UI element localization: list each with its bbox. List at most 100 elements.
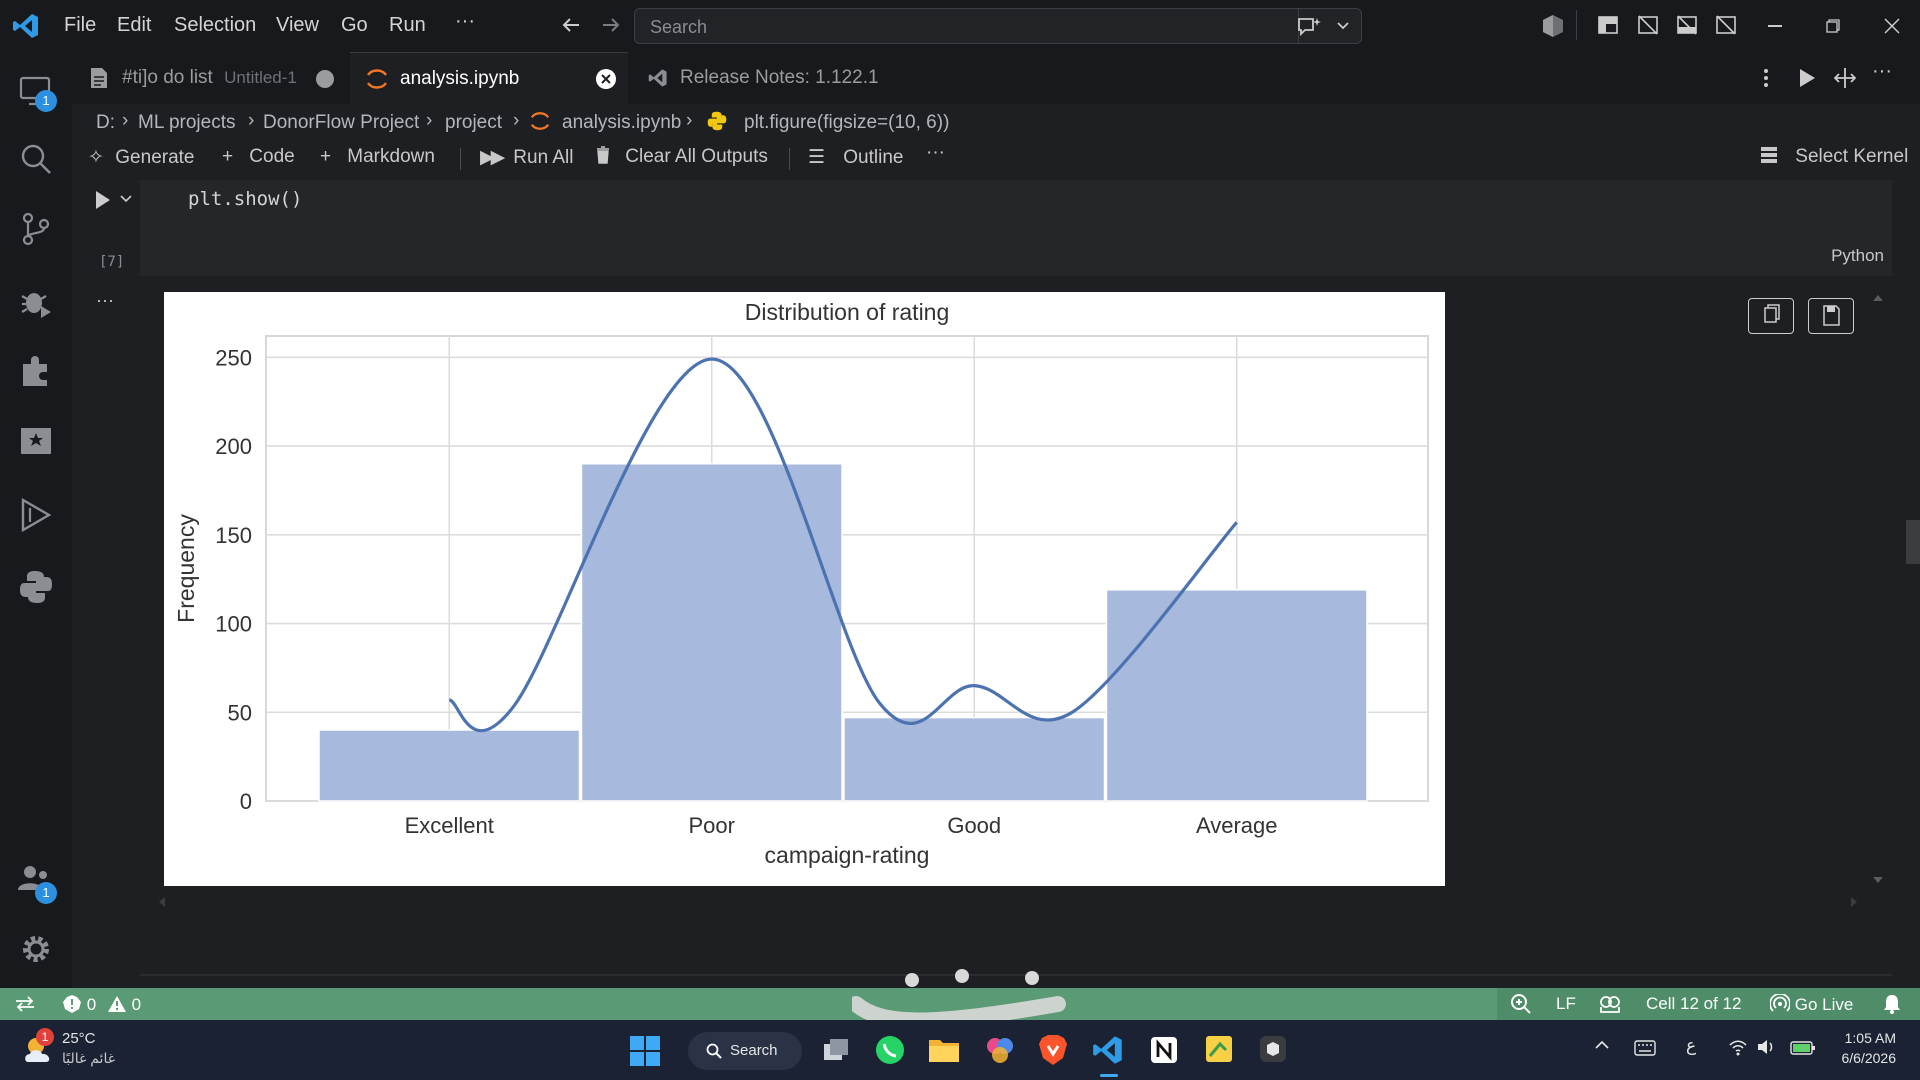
scroll-left-icon[interactable] [158, 896, 166, 908]
output-more-button[interactable]: ··· [96, 290, 114, 311]
python-icon[interactable] [17, 568, 55, 606]
tab-release-notes[interactable]: Release Notes: 1.122.1 [630, 52, 910, 104]
debug-icon[interactable] [17, 282, 55, 320]
app-icon[interactable] [984, 1034, 1016, 1066]
copilot-status-icon[interactable] [1598, 993, 1622, 1015]
search-icon[interactable] [17, 140, 55, 178]
clear-outputs-button[interactable]: Clear All Outputs [596, 146, 768, 172]
bookmarks-icon[interactable] [17, 422, 55, 460]
restore-icon[interactable] [1826, 19, 1840, 33]
y-tick-label: 250 [215, 345, 252, 370]
menu-go[interactable]: Go [341, 14, 368, 37]
wifi-icon[interactable] [1728, 1038, 1748, 1056]
zoom-icon[interactable] [1510, 993, 1532, 1015]
volume-icon[interactable] [1756, 1038, 1776, 1056]
close-window-icon[interactable] [1884, 18, 1900, 34]
select-kernel-button[interactable]: Select Kernel [1760, 146, 1908, 172]
code-text: plt.show() [188, 188, 303, 210]
app-box-icon[interactable] [1258, 1034, 1288, 1064]
toggle-panel-icon[interactable] [1637, 14, 1659, 36]
notion-icon[interactable] [1150, 1036, 1178, 1064]
tab-todo[interactable]: #ti]o do list Untitled-1 [72, 52, 348, 104]
source-control-icon[interactable] [17, 210, 55, 248]
breadcrumb-donorflow[interactable]: DonorFlow Project [263, 112, 419, 134]
menu-run[interactable]: Run [389, 14, 426, 37]
menu-view[interactable]: View [276, 14, 319, 37]
windows-start-icon[interactable] [630, 1036, 660, 1066]
add-markdown-button[interactable]: + Markdown [320, 146, 435, 172]
remote-status-icon[interactable] [14, 994, 36, 1014]
toggle-bottom-panel-icon[interactable] [1676, 14, 1698, 36]
toggle-sidebar-icon[interactable] [1598, 16, 1618, 34]
go-live-button[interactable]: Go Live [1770, 994, 1853, 1015]
tab-analysis[interactable]: analysis.ipynb [350, 52, 628, 104]
menu-edit[interactable]: Edit [117, 14, 151, 37]
breadcrumb-notebook[interactable]: analysis.ipynb [562, 112, 681, 134]
run-icon[interactable] [1798, 68, 1816, 88]
file-explorer-icon[interactable] [928, 1036, 960, 1064]
weather-icon[interactable]: 1 [22, 1028, 56, 1066]
bell-icon[interactable] [1882, 993, 1902, 1015]
breadcrumb-ml-projects[interactable]: ML projects [138, 112, 236, 134]
add-code-button[interactable]: + Code [222, 146, 295, 172]
menu-more[interactable]: ··· [455, 10, 475, 33]
problems-status[interactable]: 0 0 [62, 994, 141, 1015]
testing-icon[interactable] [17, 496, 55, 534]
breadcrumb-drive[interactable]: D: [96, 112, 115, 134]
accounts-icon[interactable]: 1 [17, 862, 57, 904]
command-center-search[interactable]: Search [634, 8, 1362, 44]
chat-icon[interactable] [1296, 16, 1322, 38]
scroll-down-icon[interactable] [1872, 876, 1884, 884]
vertical-scrollbar-thumb[interactable] [1906, 520, 1920, 564]
run-all-button[interactable]: ▶▶ Run All [480, 146, 573, 172]
scroll-right-icon[interactable] [1850, 896, 1858, 908]
chevron-down-icon[interactable] [120, 194, 132, 204]
close-tab-icon[interactable] [596, 69, 616, 89]
sticky-notes-icon[interactable] [1204, 1034, 1234, 1064]
save-output-button[interactable] [1808, 298, 1854, 334]
clock-time[interactable]: 1:05 AM [1840, 1030, 1896, 1046]
back-arrow-icon[interactable] [560, 14, 582, 36]
chevron-down-icon[interactable] [1337, 21, 1349, 31]
menu-selection[interactable]: Selection [174, 14, 256, 37]
y-tick-label: 100 [215, 612, 252, 637]
more-actions-icon[interactable]: ··· [1872, 60, 1892, 83]
generate-button[interactable]: ✧ Generate [88, 146, 195, 172]
forward-arrow-icon[interactable] [600, 14, 622, 36]
breadcrumb-symbol[interactable]: plt.figure(figsize=(10, 6)) [744, 112, 949, 134]
x-tick-label: Excellent [405, 813, 494, 838]
gear-icon[interactable] [17, 930, 55, 968]
task-view-icon[interactable] [822, 1036, 850, 1064]
brave-browser-icon[interactable] [1038, 1034, 1068, 1066]
run-cell-icon[interactable] [94, 190, 112, 210]
whatsapp-icon[interactable] [874, 1034, 906, 1066]
cell-position-status[interactable]: Cell 12 of 12 [1646, 994, 1741, 1014]
chevron-up-icon[interactable] [1594, 1040, 1610, 1050]
trash-icon [596, 146, 620, 168]
breadcrumb-project[interactable]: project [445, 112, 502, 134]
toggle-secondary-sidebar-icon[interactable] [1715, 14, 1737, 36]
code-cell-editor[interactable]: plt.show() Python [140, 180, 1892, 276]
split-editor-icon[interactable] [1834, 67, 1856, 89]
scroll-up-icon[interactable] [1872, 294, 1884, 302]
code-line: plt.show() [188, 188, 302, 210]
x-tick-label: Poor [689, 813, 735, 838]
copy-output-button[interactable] [1748, 298, 1794, 334]
outline-button[interactable]: ☰ Outline [808, 146, 903, 172]
kebab-icon[interactable] [1762, 68, 1770, 88]
keyboard-icon[interactable] [1634, 1040, 1656, 1056]
cell-language-label[interactable]: Python [1831, 246, 1884, 266]
vscode-taskbar-icon[interactable] [1092, 1034, 1124, 1077]
minimize-icon[interactable] [1768, 25, 1782, 27]
toolbar-more-button[interactable]: ··· [926, 142, 945, 168]
clock-date[interactable]: 6/6/2026 [1832, 1050, 1897, 1066]
eol-status[interactable]: LF [1556, 994, 1576, 1014]
remote-explorer-icon[interactable]: 1 [17, 72, 57, 112]
battery-icon[interactable] [1790, 1038, 1816, 1056]
taskbar-search-button[interactable]: Search [688, 1032, 802, 1070]
unsaved-dot-icon[interactable] [316, 70, 334, 88]
input-language[interactable]: ع [1686, 1036, 1696, 1056]
extensions-icon[interactable] [17, 352, 55, 390]
menu-file[interactable]: File [64, 14, 96, 37]
copilot-icon[interactable] [1542, 14, 1564, 38]
